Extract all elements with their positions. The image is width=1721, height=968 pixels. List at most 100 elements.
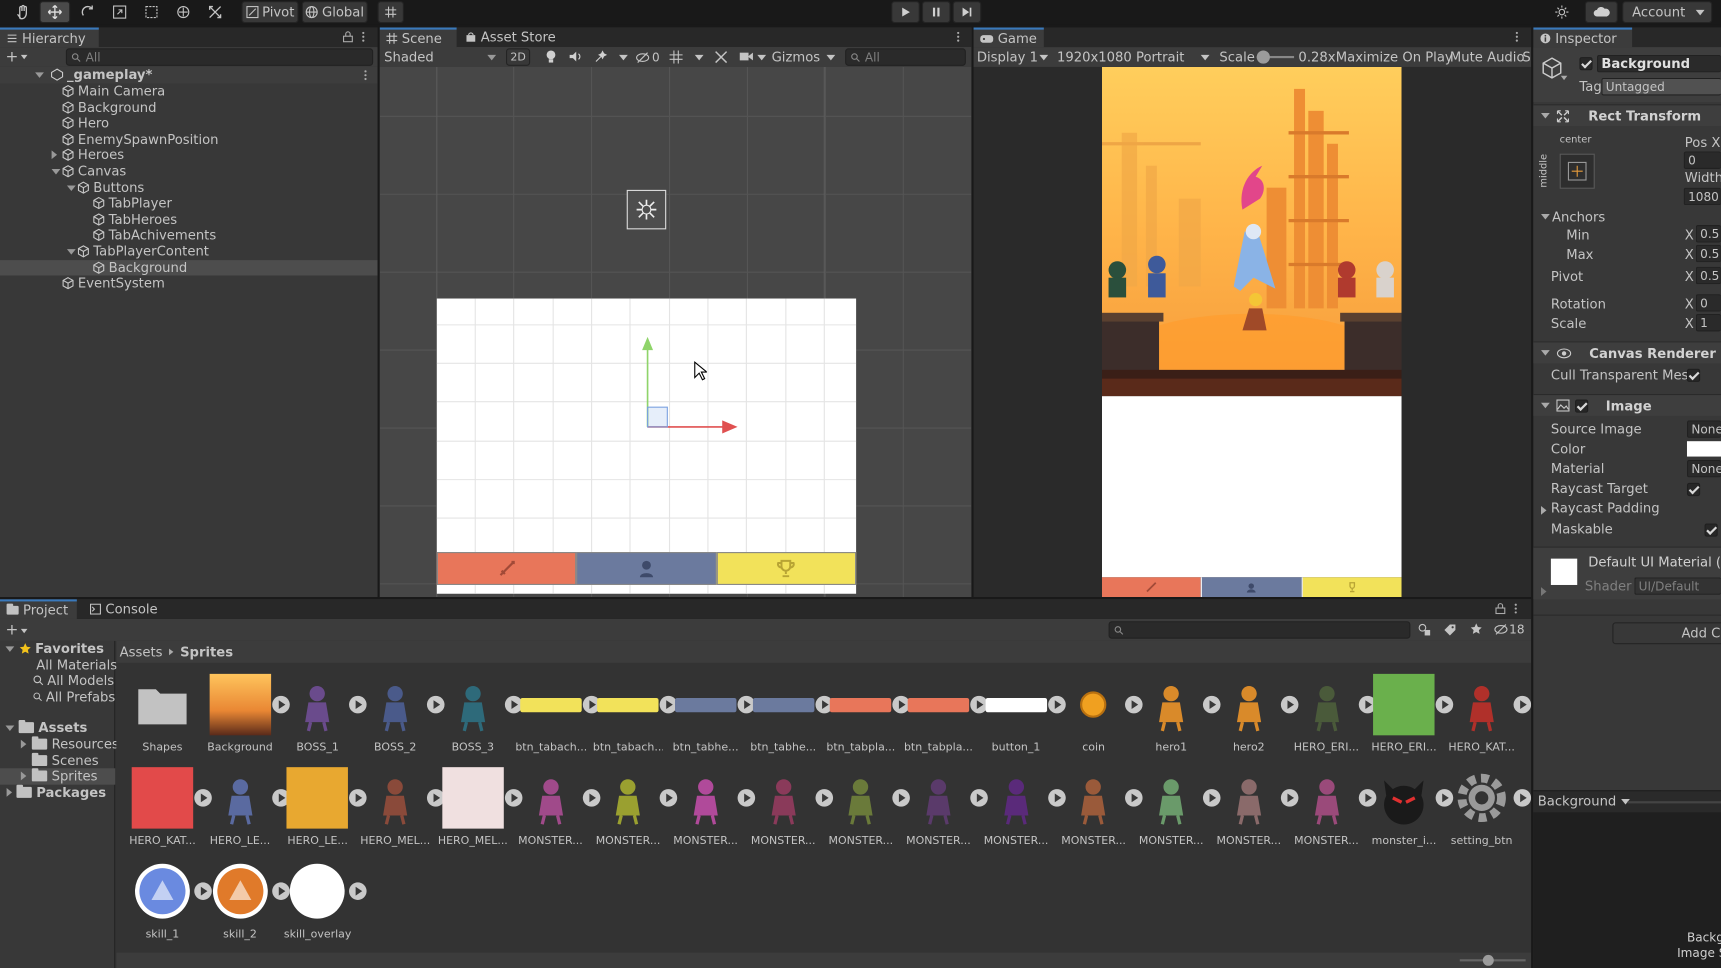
- pause-button[interactable]: [921, 1, 951, 24]
- favorite-item[interactable]: All Models: [0, 673, 115, 689]
- shading-mode-dropdown[interactable]: Shaded: [380, 48, 499, 66]
- maximize-on-play-toggle[interactable]: Maximize On Play: [1336, 49, 1453, 64]
- asset-item[interactable]: HERO_MEL...: [438, 767, 523, 847]
- scale-x-field[interactable]: 1: [1695, 313, 1721, 332]
- add-icon[interactable]: +: [5, 48, 18, 66]
- expand-icon[interactable]: [20, 772, 27, 781]
- asset-item[interactable]: btn_tabpla...: [903, 674, 988, 754]
- asset-item[interactable]: MONSTER...: [1214, 767, 1299, 847]
- asset-folder-item[interactable]: Scenes: [0, 752, 115, 768]
- asset-item[interactable]: coin: [1058, 674, 1144, 754]
- asset-item[interactable]: BOSS_1: [283, 674, 368, 754]
- asset-item[interactable]: btn_tabach...: [515, 674, 600, 754]
- asset-folder-item[interactable]: Sprites: [0, 768, 116, 785]
- anchor-max-x-field[interactable]: 0.5: [1695, 244, 1721, 263]
- chevron-down-icon[interactable]: [619, 54, 628, 61]
- expand-icon[interactable]: [51, 169, 61, 175]
- preview-object-dropdown[interactable]: Background: [1538, 793, 1630, 809]
- breadcrumb-assets[interactable]: Assets: [120, 644, 163, 659]
- lock-icon[interactable]: [342, 31, 353, 46]
- panel-menu-icon[interactable]: [1515, 31, 1519, 46]
- object-name-field[interactable]: Background: [1596, 54, 1721, 73]
- asset-item[interactable]: btn_tabach...: [593, 674, 678, 754]
- pos-x-field[interactable]: 0: [1683, 151, 1721, 170]
- hierarchy-item[interactable]: Background: [0, 99, 378, 115]
- maskable-checkbox[interactable]: [1704, 523, 1718, 537]
- raycast-target-checkbox[interactable]: [1686, 482, 1701, 497]
- mode-2d-toggle[interactable]: 2D: [505, 48, 531, 66]
- label-tag-icon[interactable]: [1443, 623, 1456, 639]
- assets-root-row[interactable]: Assets: [0, 720, 115, 736]
- gizmos-dropdown[interactable]: Gizmos: [767, 48, 839, 66]
- rotate-tool-icon[interactable]: [74, 1, 103, 23]
- scene-search-input[interactable]: All: [845, 48, 966, 66]
- expand-icon[interactable]: [66, 185, 76, 191]
- asset-item[interactable]: btn_tabhe...: [671, 674, 756, 754]
- shader-dropdown[interactable]: UI/Default: [1634, 577, 1721, 595]
- grid-toggle-icon[interactable]: [669, 50, 683, 66]
- custom-tool-icon[interactable]: [201, 1, 230, 23]
- chevron-down-icon[interactable]: [757, 54, 767, 61]
- chevron-down-icon[interactable]: [20, 628, 28, 634]
- asset-item[interactable]: MONSTER...: [826, 767, 911, 847]
- favorite-item[interactable]: All Materials: [0, 657, 117, 673]
- add-icon[interactable]: +: [5, 621, 18, 639]
- rotation-x-field[interactable]: 0: [1695, 294, 1721, 312]
- asset-item[interactable]: hero1: [1136, 674, 1221, 754]
- lighting-icon[interactable]: [544, 49, 557, 67]
- hidden-packages-toggle[interactable]: 18: [1494, 622, 1525, 637]
- asset-item[interactable]: HERO_LE...: [205, 767, 290, 847]
- scene-root-row[interactable]: _gameplay*: [0, 66, 378, 84]
- asset-item[interactable]: MONSTER...: [593, 767, 678, 847]
- asset-item[interactable]: HERO_ERI...: [1291, 674, 1376, 754]
- move-gizmo[interactable]: [639, 335, 740, 445]
- asset-item[interactable]: monster_i...: [1369, 767, 1454, 847]
- camera-gizmo-icon[interactable]: [626, 189, 667, 230]
- transform-tool-icon[interactable]: [169, 1, 198, 23]
- hierarchy-item[interactable]: Canvas: [0, 164, 378, 180]
- hierarchy-item[interactable]: EnemySpawnPosition: [0, 131, 378, 147]
- asset-item[interactable]: MONSTER...: [748, 767, 833, 847]
- hierarchy-item[interactable]: Hero: [0, 115, 378, 131]
- expand-sprite-button[interactable]: [349, 882, 368, 900]
- cloud-button[interactable]: [1584, 1, 1618, 24]
- hidden-objects-toggle[interactable]: 0: [635, 50, 660, 65]
- panel-menu-icon[interactable]: [1514, 603, 1518, 618]
- scene-menu-icon[interactable]: [363, 69, 367, 84]
- scene-viewport[interactable]: [379, 66, 972, 598]
- asset-item[interactable]: btn_tabhe...: [748, 674, 833, 754]
- expand-sprite-button[interactable]: [1513, 695, 1532, 714]
- move-tool-icon[interactable]: [39, 1, 71, 24]
- tab-hierarchy[interactable]: Hierarchy: [0, 27, 99, 48]
- tab-game[interactable]: Game: [973, 27, 1044, 48]
- hierarchy-item[interactable]: TabAchivements: [0, 228, 378, 244]
- asset-item[interactable]: Shapes: [127, 674, 197, 754]
- asset-item[interactable]: skill_2: [205, 860, 290, 941]
- tab-inspector[interactable]: Inspector: [1533, 27, 1633, 48]
- asset-item[interactable]: BOSS_2: [360, 674, 445, 754]
- hierarchy-item[interactable]: Heroes: [0, 147, 378, 163]
- material-field[interactable]: None: [1686, 459, 1721, 478]
- global-toggle[interactable]: Global: [301, 1, 368, 24]
- anchor-min-x-field[interactable]: 0.5: [1695, 224, 1721, 243]
- tab-scene[interactable]: Scene: [379, 27, 457, 48]
- chevron-down-icon[interactable]: [20, 54, 28, 60]
- asset-item[interactable]: MONSTER...: [515, 767, 600, 847]
- asset-item[interactable]: Background: [205, 673, 290, 754]
- hierarchy-item[interactable]: Buttons: [0, 180, 378, 196]
- asset-item[interactable]: MONSTER...: [671, 767, 756, 847]
- rect-tool-icon[interactable]: [137, 1, 166, 23]
- scene-tab-achievements-button[interactable]: [716, 552, 857, 585]
- chevron-right-icon[interactable]: [1541, 587, 1547, 596]
- favorite-star-icon[interactable]: [1470, 622, 1483, 638]
- asset-item[interactable]: BOSS_3: [438, 674, 523, 754]
- tab-project[interactable]: Project: [0, 599, 77, 619]
- anchor-presets-button[interactable]: [1559, 153, 1595, 189]
- rect-transform-header[interactable]: Rect Transform: [1533, 104, 1721, 127]
- expand-icon[interactable]: [35, 72, 44, 78]
- search-by-type-icon[interactable]: [1418, 623, 1431, 639]
- asset-item[interactable]: HERO_KAT...: [127, 767, 212, 847]
- scene-tab-player-button[interactable]: [436, 552, 577, 585]
- chevron-down-icon[interactable]: [694, 54, 704, 61]
- effects-icon[interactable]: [595, 50, 608, 65]
